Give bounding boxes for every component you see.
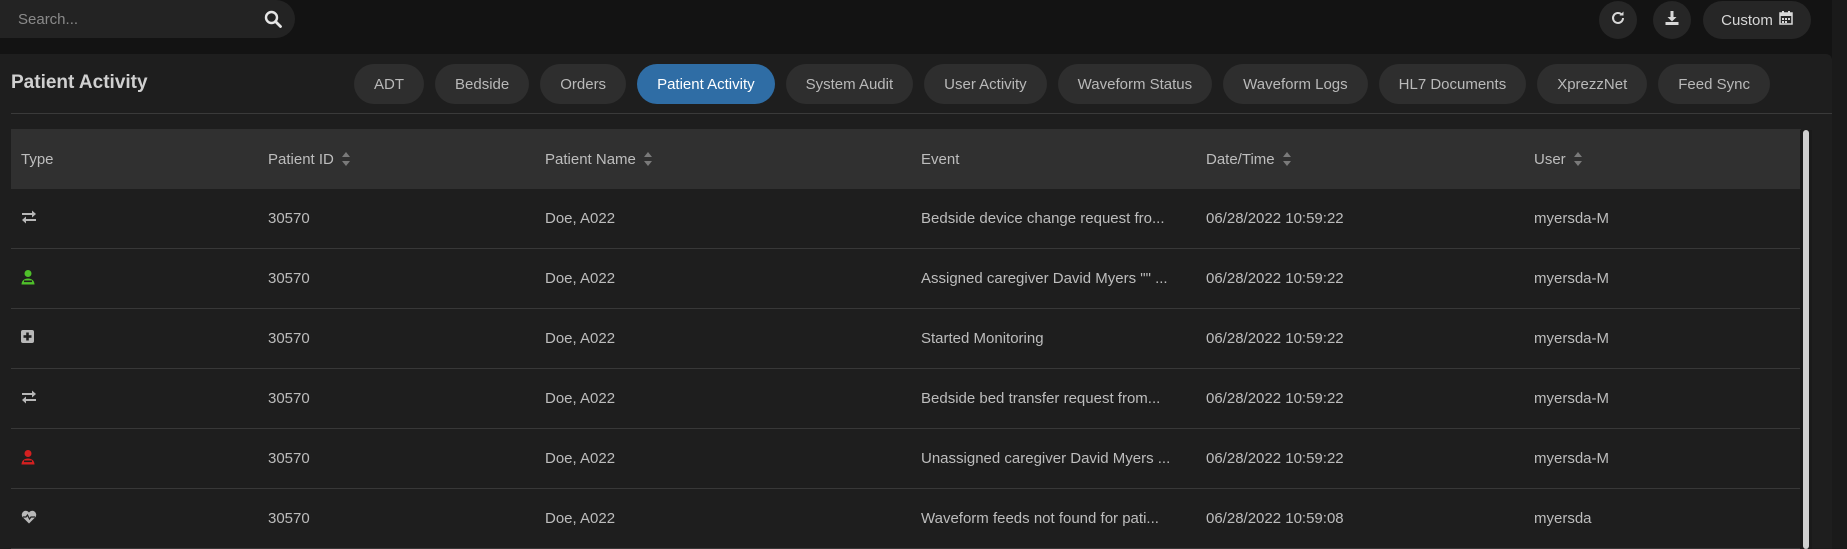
heart-pulse-icon [21,510,37,528]
datetime-cell: 06/28/2022 10:59:22 [1206,270,1344,287]
patient-id-cell: 30570 [268,390,310,407]
download-button[interactable] [1653,1,1691,39]
type-cell [11,210,268,228]
caregiver-unassigned-icon [21,449,35,469]
patient-name-cell: Doe, A022 [545,450,616,467]
divider [11,113,1832,114]
patient-id-cell: 30570 [268,270,310,287]
page-title: Patient Activity [11,72,148,93]
datetime-cell: 06/28/2022 10:59:22 [1206,210,1344,227]
sort-icon[interactable] [1573,152,1582,166]
tab-patient-activity[interactable]: Patient Activity [637,64,775,104]
activity-table: Type Patient ID Patient Name Event Date/… [11,129,1801,549]
patient-id-cell: 30570 [268,450,310,467]
download-icon [1664,10,1680,31]
scrollbar-thumb[interactable] [1803,130,1809,549]
event-cell: Bedside device change request fro... [921,210,1165,227]
column-header-user[interactable]: User [1534,151,1801,168]
user-cell: myersda-M [1534,210,1610,227]
table-row[interactable]: 30570 Doe, A022 Assigned caregiver David M… [11,249,1801,309]
datetime-cell: 06/28/2022 10:59:22 [1206,450,1344,467]
column-header-type[interactable]: Type [11,151,268,168]
type-cell [11,330,268,347]
patient-name-cell: Doe, A022 [545,330,616,347]
datetime-cell: 06/28/2022 10:59:22 [1206,330,1344,347]
patient-id-cell: 30570 [268,510,310,527]
table-header: Type Patient ID Patient Name Event Date/… [11,129,1801,189]
user-cell: myersda-M [1534,330,1610,347]
table-row[interactable]: 30570 Doe, A022 Waveform feeds not found f… [11,489,1801,549]
monitoring-plus-icon [21,330,34,347]
column-header-patient-name[interactable]: Patient Name [545,151,921,168]
search-box[interactable] [0,0,295,38]
refresh-button[interactable] [1599,1,1637,39]
sort-icon[interactable] [643,152,652,166]
column-header-event[interactable]: Event [921,151,1198,168]
tab-waveform-status[interactable]: Waveform Status [1057,64,1213,104]
event-cell: Assigned caregiver David Myers "" ... [921,270,1168,287]
event-cell: Unassigned caregiver David Myers ... [921,450,1171,467]
patient-id-cell: 30570 [268,330,310,347]
table-row[interactable]: 30570 Doe, A022 Bedside bed transfer reque… [11,369,1801,429]
caregiver-assigned-icon [21,269,35,289]
tab-hl7-documents[interactable]: HL7 Documents [1378,64,1527,104]
patient-name-cell: Doe, A022 [545,510,616,527]
tab-adt[interactable]: ADT [354,64,424,104]
datetime-cell: 06/28/2022 10:59:08 [1206,510,1344,527]
custom-label: Custom [1721,11,1773,29]
tab-waveform-logs[interactable]: Waveform Logs [1223,64,1368,104]
search-input[interactable] [0,0,251,38]
sort-icon[interactable] [341,152,350,166]
table-row[interactable]: 30570 Doe, A022 Bedside device change requ… [11,189,1801,249]
patient-name-cell: Doe, A022 [545,270,616,287]
tab-system-audit[interactable]: System Audit [785,64,914,104]
patient-name-cell: Doe, A022 [545,390,616,407]
user-cell: myersda-M [1534,450,1610,467]
table-row[interactable]: 30570 Doe, A022 Unassigned caregiver David… [11,429,1801,489]
transfer-arrows-icon [21,210,37,228]
table-row[interactable]: 30570 Doe, A022 Started Monitoring 06/28/20… [11,309,1801,369]
tab-orders[interactable]: Orders [540,64,627,104]
tab-bar: ADT Bedside Orders Patient Activity System A… [354,64,1770,104]
user-cell: myersda [1534,510,1592,527]
type-cell [11,449,268,469]
window-edge [1832,0,1847,549]
search-icon[interactable] [251,0,295,38]
user-cell: myersda-M [1534,270,1610,287]
table-body: 30570 Doe, A022 Bedside device change requ… [11,189,1801,549]
patient-id-cell: 30570 [268,210,310,227]
top-toolbar: Custom [0,0,1847,40]
column-header-patient-id[interactable]: Patient ID [268,151,545,168]
sort-icon[interactable] [1282,152,1291,166]
calendar-icon [1779,11,1793,29]
tab-bedside[interactable]: Bedside [435,64,530,104]
tab-feed-sync[interactable]: Feed Sync [1658,64,1770,104]
user-cell: myersda-M [1534,390,1610,407]
refresh-icon [1610,10,1626,31]
type-cell [11,390,268,408]
type-cell [11,269,268,289]
event-cell: Started Monitoring [921,330,1044,347]
event-cell: Waveform feeds not found for pati... [921,510,1159,527]
tab-xprezznet[interactable]: XprezzNet [1537,64,1648,104]
datetime-cell: 06/28/2022 10:59:22 [1206,390,1344,407]
column-header-datetime[interactable]: Date/Time [1198,151,1534,168]
patient-name-cell: Doe, A022 [545,210,616,227]
transfer-arrows-icon [21,390,37,408]
patient-activity-panel: Patient Activity ADT Bedside Orders Patient… [0,54,1832,549]
tab-user-activity[interactable]: User Activity [924,64,1047,104]
event-cell: Bedside bed transfer request from... [921,390,1161,407]
type-cell [11,510,268,528]
custom-date-button[interactable]: Custom [1703,1,1811,39]
